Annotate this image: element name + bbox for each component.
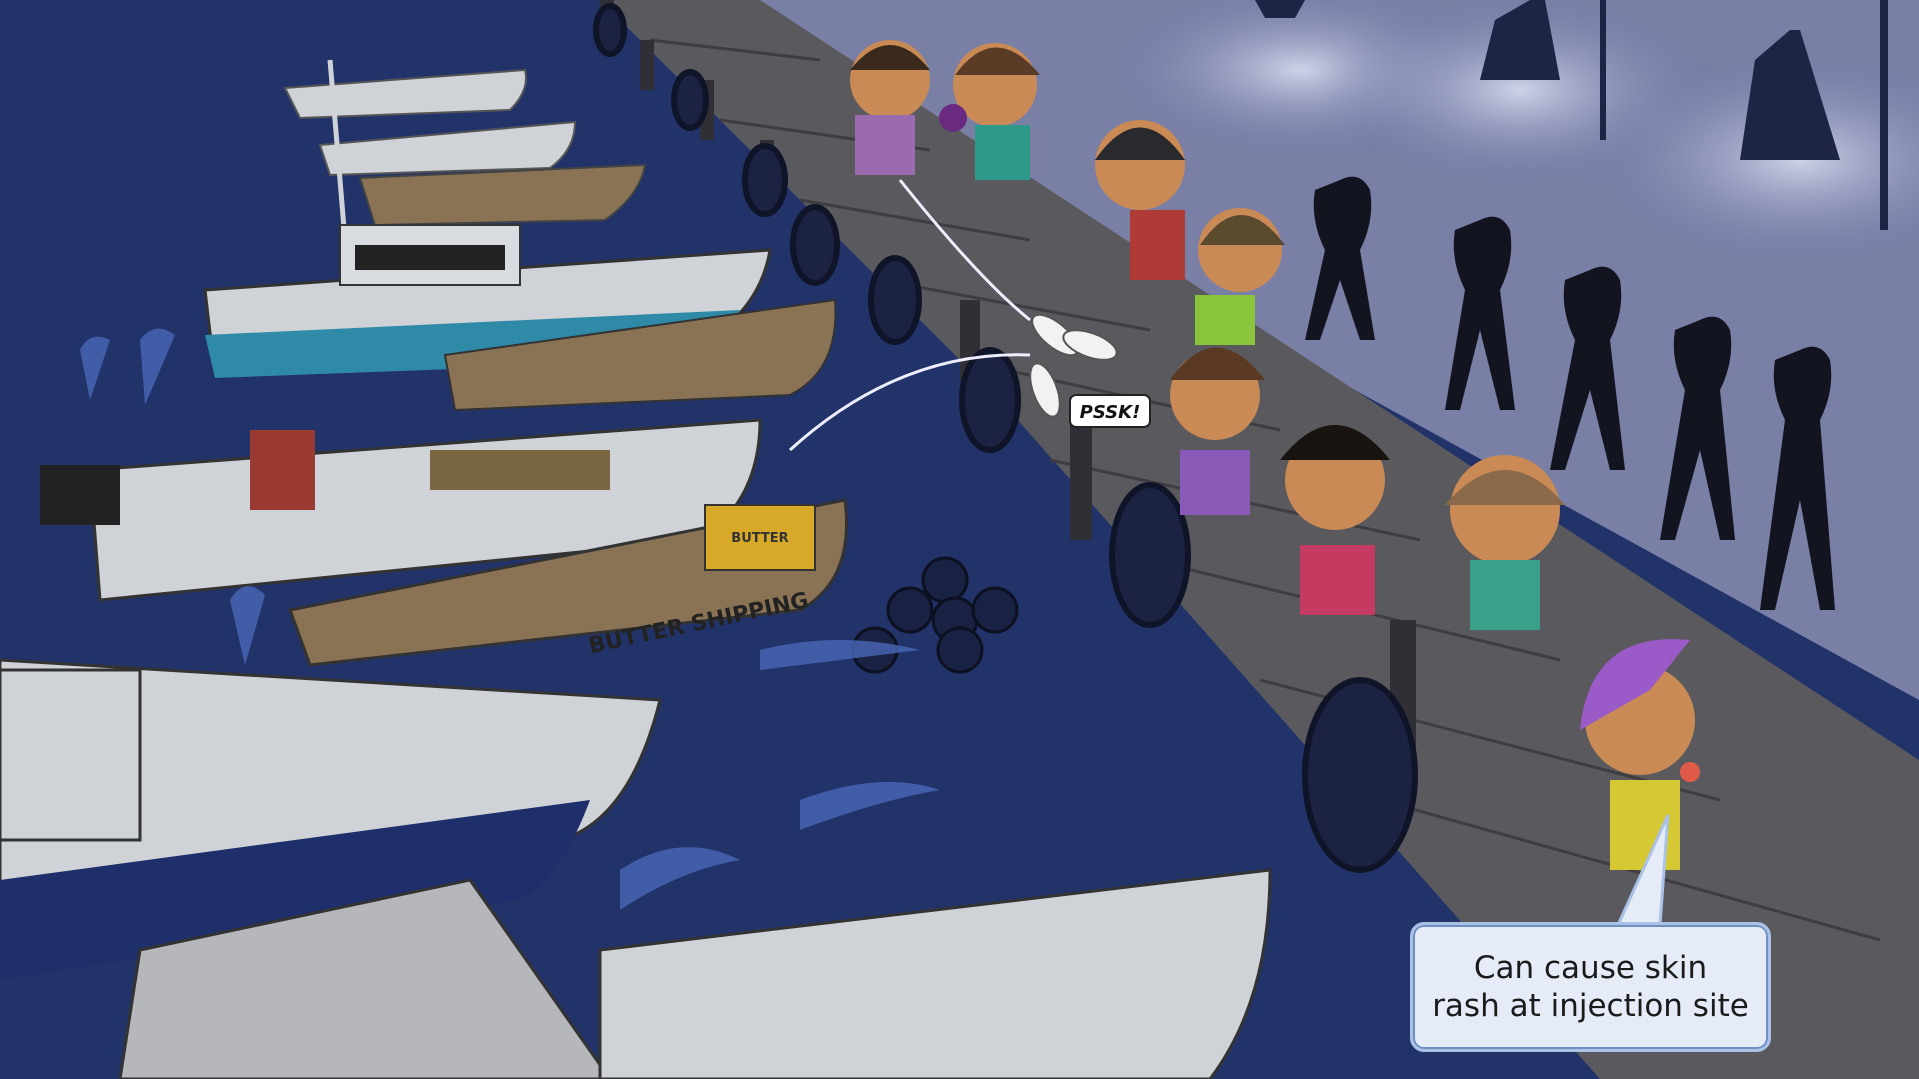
callout-tail — [1615, 814, 1670, 927]
info-callout: Can cause skin rash at injection site — [1410, 922, 1771, 1052]
callout-text: Can cause skin rash at injection site — [1432, 950, 1749, 1024]
marina-scene: BUTTER BUTTER SHIPPING PSSK! Can cause s… — [0, 0, 1919, 1079]
